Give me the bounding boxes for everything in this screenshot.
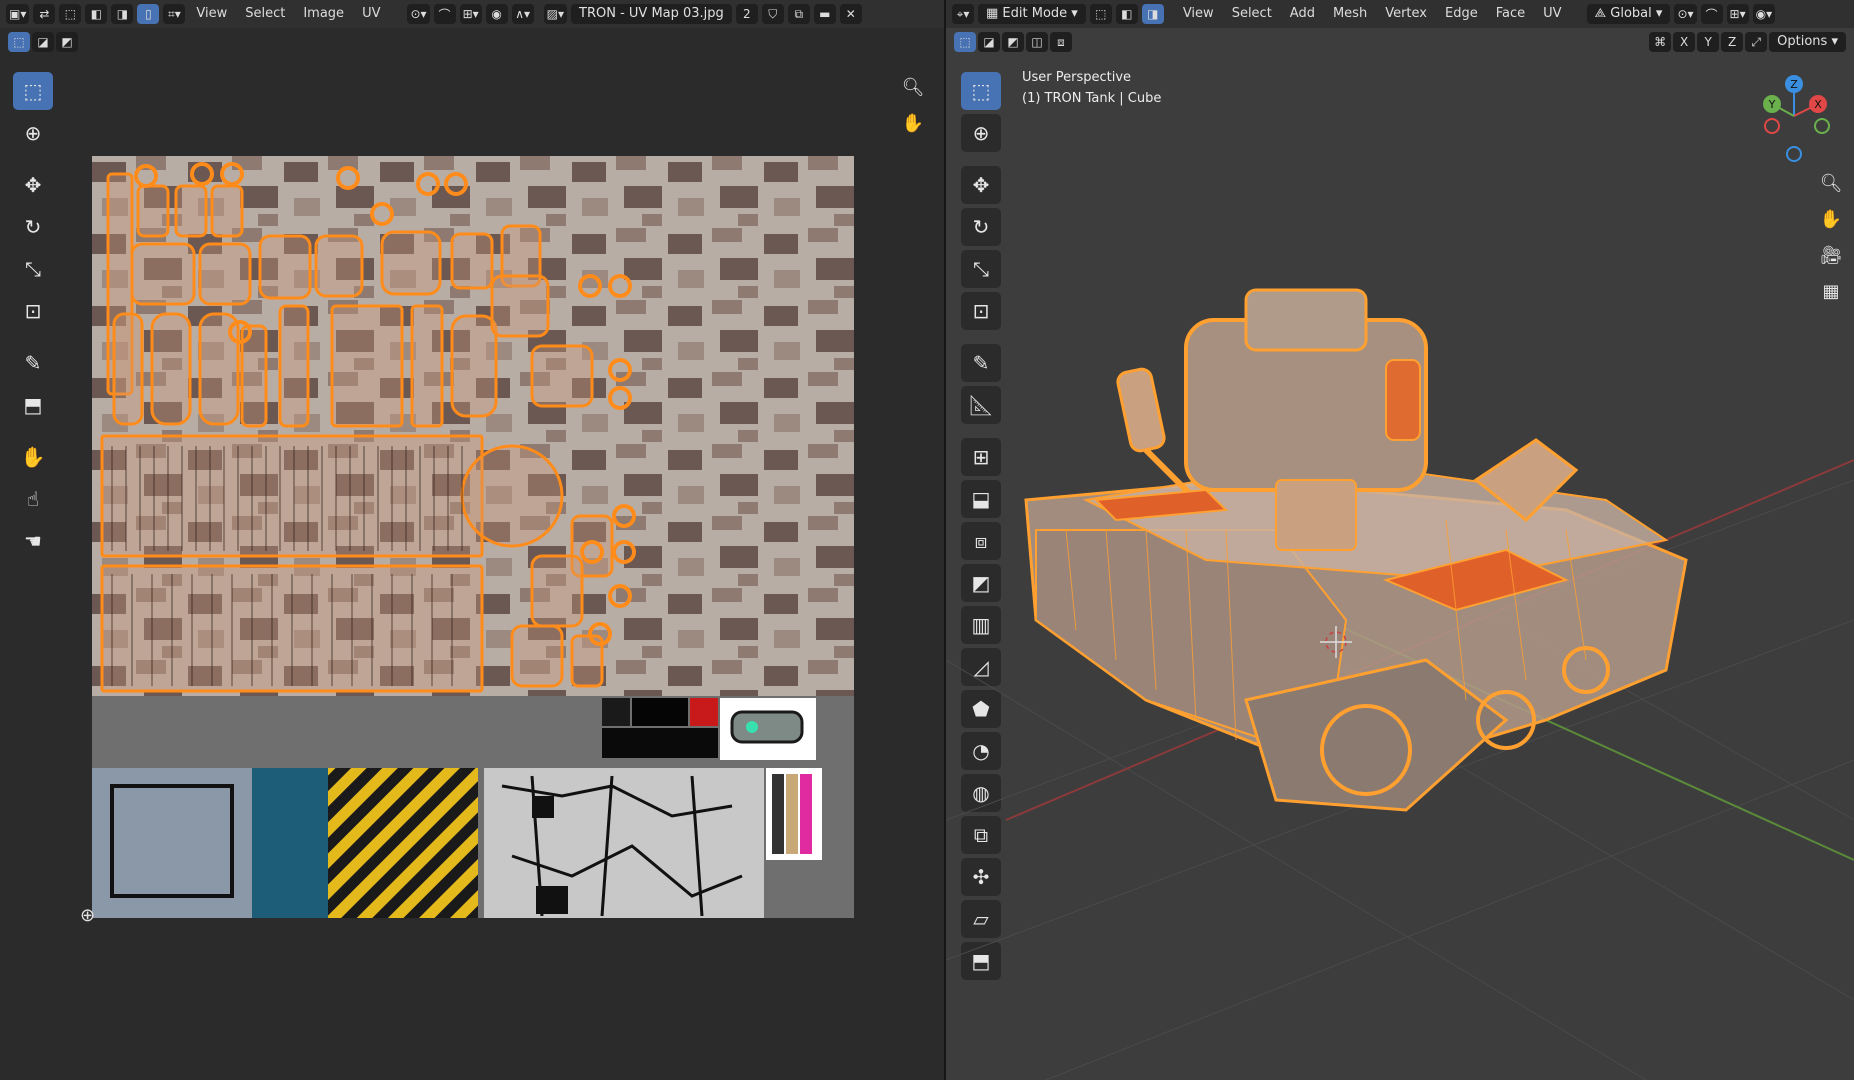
- hazard-stripes-texture: [328, 768, 478, 918]
- rotate-tool-icon[interactable]: ↻: [13, 208, 53, 246]
- mirror-icon[interactable]: ⌘: [1649, 32, 1672, 52]
- vp-menu-view[interactable]: View: [1176, 3, 1221, 25]
- editor-type-3d-button[interactable]: ⌖▾: [952, 4, 974, 24]
- scale-tool-icon[interactable]: ⤡: [13, 250, 53, 288]
- tron-tank-mesh[interactable]: [1024, 288, 1688, 812]
- snap-target-icon[interactable]: ⊞▾: [459, 4, 482, 24]
- options-label: Options: [1777, 34, 1828, 49]
- mode-label: Edit Mode: [1002, 6, 1068, 21]
- gun-sprite-light: [746, 721, 758, 733]
- open-image-icon[interactable]: ▬: [813, 4, 836, 24]
- axis-x-toggle[interactable]: X: [1673, 32, 1696, 52]
- vp-snap-icon[interactable]: ⌒: [1700, 4, 1723, 24]
- relax-tool-icon[interactable]: ☝: [13, 480, 53, 518]
- snap-icon[interactable]: ⌒: [433, 4, 456, 24]
- fake-user-icon[interactable]: ⛉: [761, 4, 784, 24]
- pan-hand-icon[interactable]: ✋: [898, 108, 928, 138]
- menu-select[interactable]: Select: [238, 3, 292, 25]
- grab-tool-icon[interactable]: ✋: [13, 438, 53, 476]
- axis-y-toggle[interactable]: Y: [1697, 32, 1720, 52]
- axis-z-toggle[interactable]: Z: [1721, 32, 1744, 52]
- zoom-icon[interactable]: 🔍︎: [898, 72, 928, 102]
- falloff-icon[interactable]: ∧▾: [511, 4, 534, 24]
- swatch-magenta: [800, 774, 812, 854]
- menu-uv[interactable]: UV: [355, 3, 387, 25]
- menu-image[interactable]: Image: [296, 3, 351, 25]
- transform-orientation-dropdown[interactable]: ⟁ Global ▾: [1586, 4, 1671, 24]
- decal-dark-2: [632, 698, 688, 726]
- edge-mode-icon[interactable]: ◧: [1115, 4, 1138, 24]
- move-tool-icon[interactable]: ✥: [13, 166, 53, 204]
- blue-tech-texture: [252, 768, 328, 918]
- unlink-image-icon[interactable]: ✕: [839, 4, 862, 24]
- rip-tool-icon[interactable]: ⬒: [13, 386, 53, 424]
- vp-menu-select[interactable]: Select: [1225, 3, 1279, 25]
- cursor-tool-icon[interactable]: ⊕: [13, 114, 53, 152]
- select-box-extend-icon[interactable]: ◪: [32, 32, 54, 52]
- image-browse-icon[interactable]: ▨▾: [543, 4, 568, 24]
- vp-pivot-icon[interactable]: ⊙▾: [1674, 4, 1697, 24]
- select-box-tool-icon[interactable]: ⬚: [13, 72, 53, 110]
- vp-select-intersect-icon[interactable]: ⧈: [1050, 32, 1072, 52]
- auto-merge-icon[interactable]: ⤢: [1745, 32, 1768, 52]
- image-name-field[interactable]: TRON - UV Map 03.jpg: [571, 4, 732, 24]
- gun-sprite-shape: [730, 710, 804, 744]
- proportional-edit-icon[interactable]: ◉: [485, 4, 508, 24]
- vertex-mode-icon[interactable]: ⬚: [1089, 4, 1112, 24]
- editor-type-button[interactable]: ▣▾: [6, 4, 30, 24]
- mode-selector[interactable]: ▦ Edit Mode ▾: [978, 4, 1086, 24]
- vp-menu-face[interactable]: Face: [1489, 3, 1532, 25]
- uv-selection-modes: ⬚ ◪ ◩: [0, 30, 944, 54]
- new-image-icon[interactable]: ⧉: [787, 4, 810, 24]
- vp-select-invert-icon[interactable]: ◫: [1026, 32, 1048, 52]
- pinch-tool-icon[interactable]: ☚: [13, 522, 53, 560]
- sticky-selection-icon[interactable]: ⌗▾: [163, 4, 186, 24]
- 3d-scene[interactable]: [946, 60, 1854, 1080]
- island-select-mode-icon[interactable]: ▯: [137, 4, 160, 24]
- swatch-tan: [786, 774, 798, 854]
- uv-toolbar: ⬚ ⊕ ✥ ↻ ⤡ ⊡ ✎ ⬒ ✋ ☝ ☚: [10, 72, 56, 560]
- vp-select-extend-icon[interactable]: ◪: [978, 32, 1000, 52]
- viewport-header: ⌖▾ ▦ Edit Mode ▾ ⬚ ◧ ◨ View Select Add M…: [946, 0, 1854, 28]
- options-dropdown[interactable]: Options ▾: [1769, 32, 1846, 52]
- edge-select-mode-icon[interactable]: ◧: [85, 4, 108, 24]
- face-mode-icon[interactable]: ◨: [1141, 4, 1164, 24]
- vp-menu-vertex[interactable]: Vertex: [1378, 3, 1434, 25]
- pivot-point-icon[interactable]: ⊙▾: [407, 4, 430, 24]
- orientation-label: Global: [1610, 6, 1652, 21]
- uv-editor-header: ▣▾ ⇄ ⬚ ◧ ◨ ▯ ⌗▾ View Select Image UV ⊙▾ …: [0, 0, 944, 28]
- uv-texture-image[interactable]: [92, 156, 854, 918]
- vp-menu-uv[interactable]: UV: [1536, 3, 1568, 25]
- white-panel-block-2: [536, 886, 568, 914]
- vp-menu-edge[interactable]: Edge: [1438, 3, 1485, 25]
- vp-snap-target-icon[interactable]: ⊞▾: [1726, 4, 1749, 24]
- select-box-subtract-icon[interactable]: ◩: [56, 32, 78, 52]
- decal-red: [690, 698, 718, 726]
- select-box-new-icon[interactable]: ⬚: [8, 32, 30, 52]
- sync-selection-icon[interactable]: ⇄: [33, 4, 56, 24]
- swatch-dark: [772, 774, 784, 854]
- vp-proportional-icon[interactable]: ◉▾: [1752, 4, 1776, 24]
- image-users-count[interactable]: 2: [735, 4, 758, 24]
- vertex-select-mode-icon[interactable]: ⬚: [59, 4, 82, 24]
- decal-dark-1: [602, 698, 630, 726]
- vp-menu-add[interactable]: Add: [1283, 3, 1322, 25]
- uv-editor-pane: ▣▾ ⇄ ⬚ ◧ ◨ ▯ ⌗▾ View Select Image UV ⊙▾ …: [0, 0, 944, 1080]
- vp-menu-mesh[interactable]: Mesh: [1326, 3, 1374, 25]
- 3d-viewport-pane: ⌖▾ ▦ Edit Mode ▾ ⬚ ◧ ◨ View Select Add M…: [946, 0, 1854, 1080]
- white-panel-block-1: [532, 796, 554, 818]
- transform-tool-icon[interactable]: ⊡: [13, 292, 53, 330]
- menu-view[interactable]: View: [189, 3, 234, 25]
- vp-select-new-icon[interactable]: ⬚: [954, 32, 976, 52]
- face-select-mode-icon[interactable]: ◨: [111, 4, 134, 24]
- 2d-cursor-icon[interactable]: ⊕: [80, 905, 95, 926]
- vp-select-subtract-icon[interactable]: ◩: [1002, 32, 1024, 52]
- annotate-tool-icon[interactable]: ✎: [13, 344, 53, 382]
- decal-dark-row: [602, 728, 718, 758]
- vp-selection-modes: ⬚ ◪ ◩ ◫ ⧈ ⌘ X Y Z ⤢ Options ▾: [946, 30, 1854, 54]
